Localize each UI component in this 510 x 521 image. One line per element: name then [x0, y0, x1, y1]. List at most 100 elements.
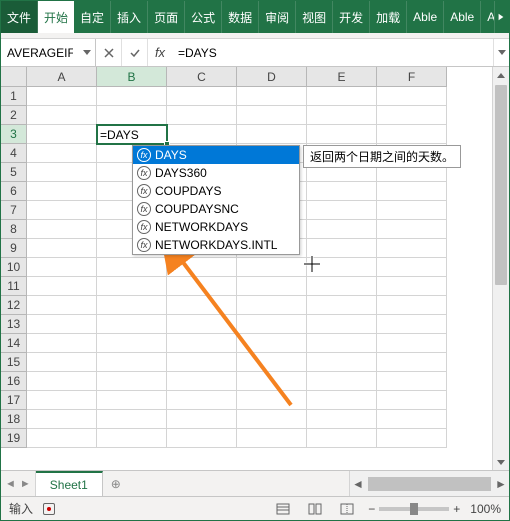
cell-F10[interactable] — [377, 258, 447, 277]
cell-A1[interactable] — [27, 87, 97, 106]
autocomplete-item-networkdays-intl[interactable]: fxNETWORKDAYS.INTL — [133, 236, 299, 254]
row-header-6[interactable]: 6 — [1, 182, 27, 201]
cell-E13[interactable] — [307, 315, 377, 334]
sheet-tab-1[interactable]: Sheet1 — [36, 471, 103, 496]
col-header-f[interactable]: F — [377, 67, 447, 87]
row-header-13[interactable]: 13 — [1, 315, 27, 334]
cell-B15[interactable] — [97, 353, 167, 372]
cell-F1[interactable] — [377, 87, 447, 106]
zoom-out-icon[interactable]: − — [368, 502, 375, 516]
row-header-3[interactable]: 3 — [1, 125, 27, 144]
cell-F18[interactable] — [377, 410, 447, 429]
col-header-b[interactable]: B — [97, 67, 167, 87]
row-header-18[interactable]: 18 — [1, 410, 27, 429]
cancel-formula-icon[interactable] — [96, 39, 122, 66]
tab-insert[interactable]: 插入 — [111, 1, 148, 33]
cell-A6[interactable] — [27, 182, 97, 201]
cell-C2[interactable] — [167, 106, 237, 125]
new-sheet-icon[interactable]: ⊕ — [103, 471, 129, 496]
formula-expand-icon[interactable] — [493, 39, 509, 66]
tab-able-1[interactable]: Able — [407, 1, 444, 33]
cell-B13[interactable] — [97, 315, 167, 334]
cell-B19[interactable] — [97, 429, 167, 448]
cell-F15[interactable] — [377, 353, 447, 372]
cell-E17[interactable] — [307, 391, 377, 410]
cell-F11[interactable] — [377, 277, 447, 296]
cell-B2[interactable] — [97, 106, 167, 125]
cell-A7[interactable] — [27, 201, 97, 220]
cell-E1[interactable] — [307, 87, 377, 106]
cell-F3[interactable] — [377, 125, 447, 144]
row-header-11[interactable]: 11 — [1, 277, 27, 296]
cell-F16[interactable] — [377, 372, 447, 391]
cell-A11[interactable] — [27, 277, 97, 296]
col-header-e[interactable]: E — [307, 67, 377, 87]
autocomplete-item-coupdays[interactable]: fxCOUPDAYS — [133, 182, 299, 200]
col-header-d[interactable]: D — [237, 67, 307, 87]
cell-A12[interactable] — [27, 296, 97, 315]
tab-page-layout[interactable]: 页面 — [148, 1, 185, 33]
cell-F17[interactable] — [377, 391, 447, 410]
autocomplete-item-days[interactable]: fxDAYS — [133, 146, 299, 164]
cell-F7[interactable] — [377, 201, 447, 220]
cell-A9[interactable] — [27, 239, 97, 258]
cell-D19[interactable] — [237, 429, 307, 448]
cell-F2[interactable] — [377, 106, 447, 125]
zoom-track[interactable] — [379, 507, 449, 511]
cell-D1[interactable] — [237, 87, 307, 106]
hscroll-thumb[interactable] — [368, 477, 491, 491]
col-header-c[interactable]: C — [167, 67, 237, 87]
cell-B10[interactable] — [97, 258, 167, 277]
tab-scroll-right-icon[interactable] — [493, 1, 509, 33]
cell-D3[interactable] — [237, 125, 307, 144]
row-header-1[interactable]: 1 — [1, 87, 27, 106]
cell-F13[interactable] — [377, 315, 447, 334]
row-header-7[interactable]: 7 — [1, 201, 27, 220]
row-header-9[interactable]: 9 — [1, 239, 27, 258]
tab-view[interactable]: 视图 — [296, 1, 333, 33]
tab-developer[interactable]: 开发 — [333, 1, 370, 33]
cell-E15[interactable] — [307, 353, 377, 372]
cell-A18[interactable] — [27, 410, 97, 429]
cell-E16[interactable] — [307, 372, 377, 391]
cell-E14[interactable] — [307, 334, 377, 353]
row-header-15[interactable]: 15 — [1, 353, 27, 372]
tab-home[interactable]: 开始 — [38, 1, 74, 33]
cell-B11[interactable] — [97, 277, 167, 296]
cell-D2[interactable] — [237, 106, 307, 125]
cell-E11[interactable] — [307, 277, 377, 296]
cell-C1[interactable] — [167, 87, 237, 106]
name-box-dropdown-icon[interactable] — [79, 39, 95, 66]
cell-C3[interactable] — [167, 125, 237, 144]
tab-able-2[interactable]: Able — [444, 1, 481, 33]
sheet-prev-icon[interactable]: ◄ — [5, 478, 16, 490]
cell-B18[interactable] — [97, 410, 167, 429]
row-header-2[interactable]: 2 — [1, 106, 27, 125]
cell-E2[interactable] — [307, 106, 377, 125]
cell-F6[interactable] — [377, 182, 447, 201]
cell-A13[interactable] — [27, 315, 97, 334]
hscroll-right-icon[interactable]: ► — [493, 477, 509, 491]
cell-B16[interactable] — [97, 372, 167, 391]
view-normal-icon[interactable] — [272, 500, 294, 518]
hscroll-left-icon[interactable]: ◄ — [350, 477, 366, 491]
cell-B12[interactable] — [97, 296, 167, 315]
autocomplete-item-coupdaysnc[interactable]: fxCOUPDAYSNC — [133, 200, 299, 218]
zoom-in-icon[interactable]: + — [453, 502, 460, 516]
cell-A16[interactable] — [27, 372, 97, 391]
confirm-formula-icon[interactable] — [122, 39, 148, 66]
row-header-14[interactable]: 14 — [1, 334, 27, 353]
cell-F19[interactable] — [377, 429, 447, 448]
formula-input[interactable] — [172, 39, 493, 66]
scroll-up-icon[interactable] — [493, 67, 509, 83]
row-header-10[interactable]: 10 — [1, 258, 27, 277]
view-page-layout-icon[interactable] — [304, 500, 326, 518]
autocomplete-item-networkdays[interactable]: fxNETWORKDAYS — [133, 218, 299, 236]
macro-record-icon[interactable] — [43, 503, 55, 515]
tab-custom[interactable]: 自定 — [74, 1, 111, 33]
row-header-5[interactable]: 5 — [1, 163, 27, 182]
cell-A8[interactable] — [27, 220, 97, 239]
select-all-corner[interactable] — [1, 67, 27, 87]
row-header-16[interactable]: 16 — [1, 372, 27, 391]
cell-C19[interactable] — [167, 429, 237, 448]
